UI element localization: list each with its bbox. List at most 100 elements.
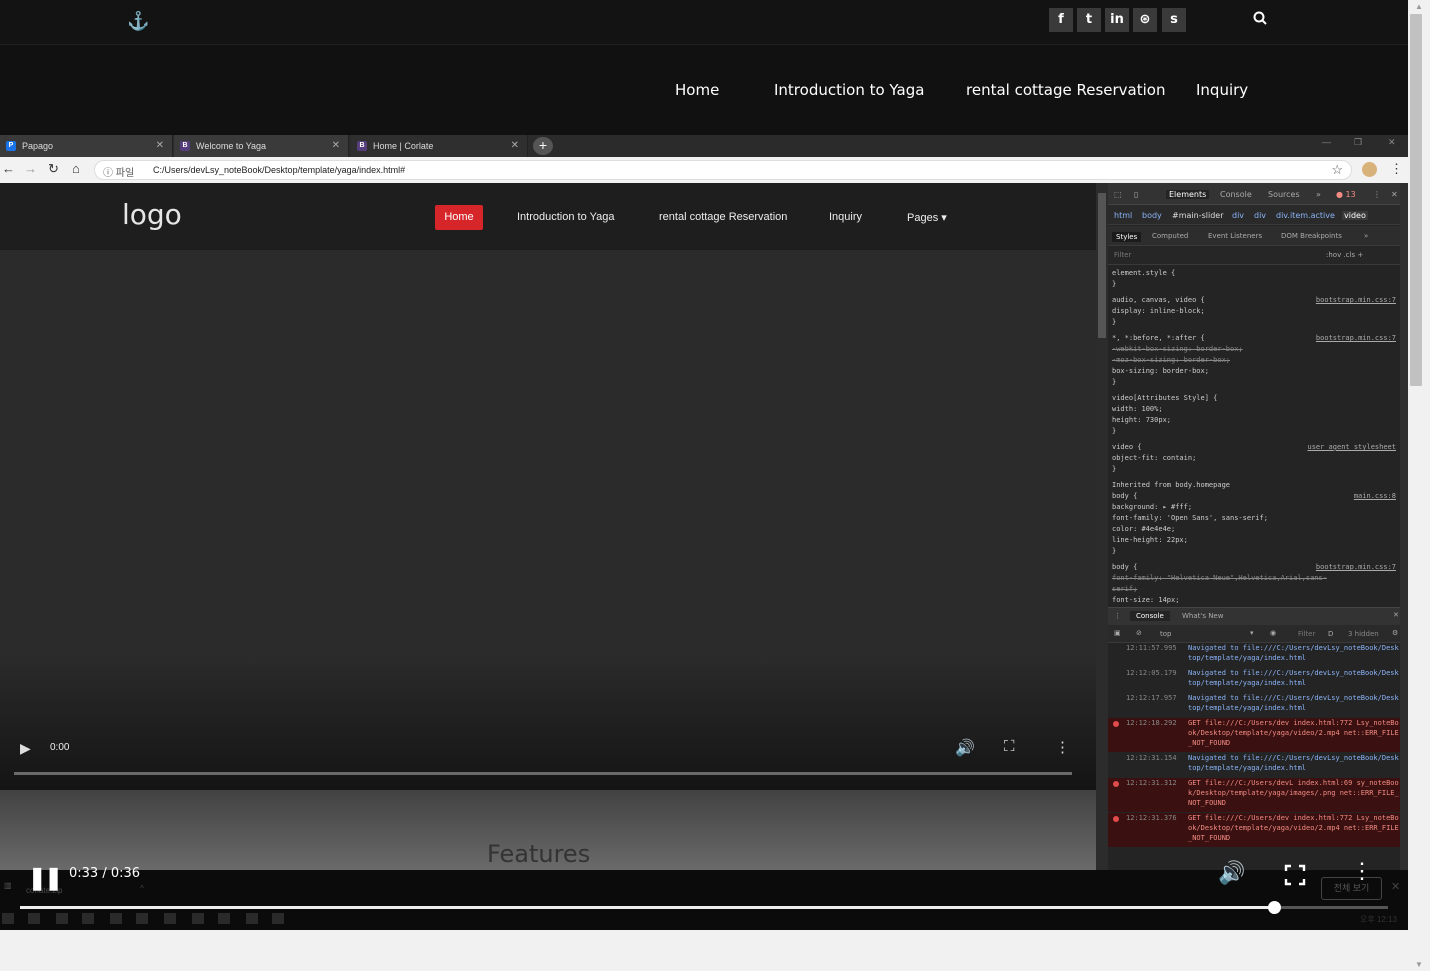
sidebar-toggle-icon[interactable]: ▣ <box>1114 629 1121 637</box>
inner-nav-inquiry[interactable]: Inquiry <box>829 211 862 223</box>
clear-console-icon[interactable]: ⊘ <box>1136 629 1142 637</box>
css-source-link[interactable]: bootstrap.min.css:7 <box>1316 296 1396 304</box>
devtools-more-tabs[interactable]: » <box>1316 190 1321 199</box>
styles-filter-tools[interactable]: :hov .cls + <box>1326 251 1363 259</box>
subtab-styles[interactable]: Styles <box>1112 232 1142 242</box>
crumb-item[interactable]: body <box>1142 211 1162 220</box>
pause-icon[interactable]: ❚❚ <box>28 865 63 891</box>
more-options-icon[interactable]: ⋮ <box>1055 738 1070 756</box>
taskbar-app-icon[interactable] <box>246 913 258 924</box>
css-rule-line[interactable]: audio, canvas, video { <box>1112 296 1205 304</box>
twitter-icon[interactable]: t <box>1077 8 1101 32</box>
css-rule-line[interactable]: *, *:before, *:after { <box>1112 334 1205 342</box>
inner-scrollbar[interactable] <box>1096 183 1108 870</box>
crumb-item[interactable]: div <box>1254 211 1266 220</box>
play-icon[interactable]: ▶ <box>20 740 31 757</box>
devtools-menu-icon[interactable]: ⋮ <box>1373 190 1381 199</box>
log-message[interactable]: GET file:///C:/Users/devL index.html:69 … <box>1188 778 1400 808</box>
download-shelf-close-icon[interactable]: ✕ <box>1391 880 1400 893</box>
scrollbar-thumb[interactable] <box>1098 193 1106 338</box>
device-toolbar-icon[interactable]: ▯ <box>1134 190 1138 199</box>
download-shelf-item[interactable]: ▥ corlate.zip ^ <box>4 881 144 895</box>
css-rule-line[interactable]: video { <box>1112 443 1142 451</box>
log-message[interactable]: GET file:///C:/Users/dev index.html:772 … <box>1188 813 1400 843</box>
devtools-tab-elements[interactable]: Elements <box>1166 190 1210 199</box>
devtools-close-icon[interactable]: ✕ <box>1391 190 1398 199</box>
taskbar-app-icon[interactable] <box>136 913 148 924</box>
volume-icon[interactable]: 🔊 <box>1218 860 1245 886</box>
css-rule-line[interactable]: } <box>1112 427 1116 435</box>
nav-inquiry[interactable]: Inquiry <box>1196 81 1248 99</box>
browser-tab-welcome[interactable]: B Welcome to Yaga ✕ <box>174 135 349 157</box>
exit-fullscreen-icon[interactable] <box>1284 860 1306 892</box>
taskbar-app-icon[interactable] <box>82 913 94 924</box>
player-progress-track[interactable] <box>20 901 1388 914</box>
nav-introduction[interactable]: Introduction to Yaga <box>774 81 924 99</box>
inspect-icon[interactable]: ⬚ <box>1114 190 1122 199</box>
omnibox[interactable]: ⓘ 파일 C:/Users/devLsy_noteBook/Desktop/te… <box>94 160 1352 180</box>
css-rule-line[interactable]: } <box>1112 318 1116 326</box>
subtab-more[interactable]: » <box>1364 232 1368 240</box>
css-rule-line[interactable]: color: #4e4e4e; <box>1112 525 1175 533</box>
anchor-icon[interactable]: ⚓ <box>127 11 149 32</box>
css-rule-line[interactable]: } <box>1112 280 1116 288</box>
css-rule-line[interactable]: line-height: 22px; <box>1112 536 1188 544</box>
drawer-menu-icon[interactable]: ⋮ <box>1114 612 1121 620</box>
taskbar-app-icon[interactable] <box>192 913 204 924</box>
drawer-tab-console[interactable]: Console <box>1130 611 1170 621</box>
taskbar-app-icon[interactable] <box>164 913 176 924</box>
nav-reservation[interactable]: rental cottage Reservation <box>966 81 1165 99</box>
chevron-up-icon[interactable]: ^ <box>140 884 144 893</box>
crumb-item[interactable]: html <box>1114 211 1132 220</box>
bookmark-star-icon[interactable]: ☆ <box>1331 162 1343 178</box>
drawer-tab-whats-new[interactable]: What's New <box>1182 612 1223 620</box>
css-source-link[interactable]: user agent stylesheet <box>1307 443 1396 451</box>
scroll-up-icon[interactable]: ▲ <box>1415 2 1423 11</box>
video-progress-track[interactable] <box>14 772 1072 775</box>
close-icon[interactable]: ✕ <box>156 135 164 157</box>
log-levels-select[interactable]: D <box>1328 630 1333 638</box>
taskbar-app-icon[interactable] <box>28 913 40 924</box>
browser-tab-corlate[interactable]: B Home | Corlate ✕ <box>351 135 528 157</box>
context-select[interactable]: top <box>1160 630 1171 638</box>
search-icon[interactable] <box>1253 11 1267 29</box>
gear-icon[interactable]: ⚙ <box>1392 629 1398 637</box>
nav-home[interactable]: Home <box>675 81 719 99</box>
close-icon[interactable]: ✕ <box>511 135 519 157</box>
log-message[interactable]: Navigated to file:///C:/Users/devLsy_not… <box>1188 643 1400 663</box>
css-rule-line[interactable]: -webkit-box-sizing: border-box; <box>1112 345 1243 353</box>
css-rule-line[interactable]: video[Attributes Style] { <box>1112 394 1217 402</box>
css-rule-line[interactable]: } <box>1112 465 1116 473</box>
console-filter-input[interactable]: Filter <box>1298 630 1315 638</box>
css-source-link[interactable]: bootstrap.min.css:7 <box>1316 334 1396 342</box>
log-message[interactable]: GET file:///C:/Users/dev index.html:772 … <box>1188 718 1400 748</box>
back-icon[interactable]: ← <box>2 161 15 176</box>
forward-icon[interactable]: → <box>24 161 37 176</box>
skype-icon[interactable]: s <box>1162 8 1186 32</box>
css-rule-line[interactable]: width: 100%; <box>1112 405 1163 413</box>
taskbar-app-icon[interactable] <box>110 913 122 924</box>
reload-icon[interactable]: ↻ <box>48 161 59 177</box>
css-source-link[interactable]: main.css:8 <box>1354 492 1396 500</box>
new-tab-button[interactable]: + <box>533 137 553 155</box>
log-message[interactable]: Navigated to file:///C:/Users/devLsy_not… <box>1188 668 1400 688</box>
page-scrollbar-thumb[interactable] <box>1410 14 1422 386</box>
facebook-icon[interactable]: f <box>1049 8 1073 32</box>
chevron-down-icon[interactable]: ▾ <box>1250 629 1254 637</box>
start-icon[interactable] <box>2 913 14 924</box>
css-rule-line[interactable]: body { <box>1112 492 1137 500</box>
log-message[interactable]: Navigated to file:///C:/Users/devLsy_not… <box>1188 693 1400 713</box>
crumb-item[interactable]: #main-slider <box>1172 211 1223 220</box>
taskbar-app-icon[interactable] <box>272 913 284 924</box>
css-rule-line[interactable]: height: 730px; <box>1112 416 1171 424</box>
css-rule-line[interactable]: } <box>1112 378 1116 386</box>
css-rule-line[interactable]: element.style { <box>1112 269 1175 277</box>
browser-menu-icon[interactable]: ⋮ <box>1390 161 1403 177</box>
css-rule-line[interactable]: } <box>1112 547 1116 555</box>
fullscreen-icon[interactable]: ⛶ <box>1004 738 1015 755</box>
css-rule-line[interactable]: font-size: 14px; <box>1112 596 1179 604</box>
profile-avatar[interactable] <box>1362 162 1377 177</box>
drawer-close-icon[interactable]: ✕ <box>1393 611 1399 619</box>
css-rule-line[interactable]: serif; <box>1112 585 1137 593</box>
devtools-scrollbar[interactable] <box>1400 183 1408 870</box>
